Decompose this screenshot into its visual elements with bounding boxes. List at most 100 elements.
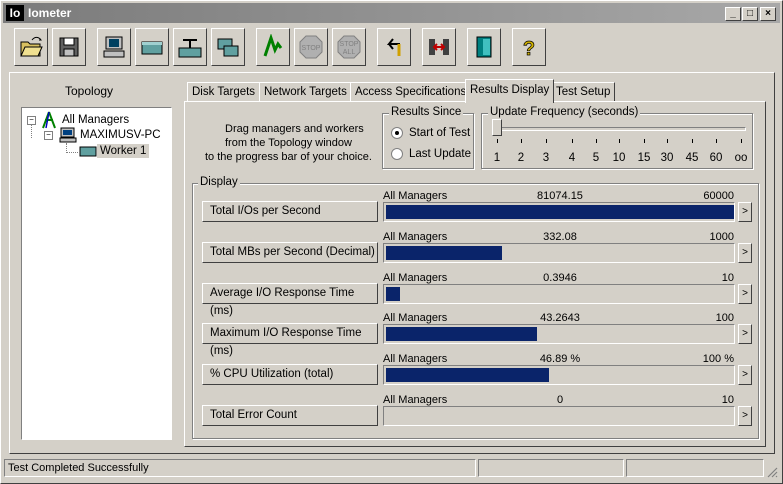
metric-source-label: All Managers [383, 272, 448, 284]
frequency-tick-mark [667, 139, 668, 143]
start-worker-icon[interactable] [97, 28, 131, 66]
svg-text:ALL: ALL [343, 49, 356, 56]
metric-source-label: All Managers [383, 312, 448, 324]
tab-results-display[interactable]: Results Display [465, 79, 555, 103]
start-network-worker-icon[interactable] [173, 28, 207, 66]
topology-tree: − All Managers − MAXIMUSV-PC Worker 1 [21, 107, 172, 440]
metric-button[interactable]: Total I/Os per Second [202, 201, 378, 222]
tab-network-targets[interactable]: Network Targets [259, 82, 352, 102]
tree-item-worker[interactable]: Worker 1 [97, 144, 150, 158]
metric-max: 100 % [702, 353, 734, 365]
open-config-icon[interactable] [14, 28, 48, 66]
metric-value: 332.08 [543, 231, 577, 243]
metric-source-label: All Managers [383, 190, 448, 202]
save-config-icon[interactable] [52, 28, 86, 66]
metric-bar-track[interactable] [383, 202, 735, 222]
metric-value: 81074.15 [537, 190, 583, 202]
frequency-tick-label: 2 [517, 152, 525, 164]
exit-program-icon[interactable] [467, 28, 501, 66]
frequency-slider-thumb[interactable] [492, 119, 502, 136]
frequency-tick-mark [741, 139, 742, 143]
frequency-slider-track[interactable] [494, 127, 746, 131]
tree-item-manager[interactable]: MAXIMUSV-PC [80, 129, 161, 141]
close-icon[interactable]: × [760, 7, 776, 21]
status-text: Test Completed Successfully [4, 459, 476, 477]
metric-bar-fill [386, 327, 537, 341]
metric-button[interactable]: Average I/O Response Time (ms) [202, 283, 378, 317]
worker-disk-icon [79, 146, 97, 157]
metric-button[interactable]: Maximum I/O Response Time (ms) [202, 323, 378, 357]
tree-item-all-managers[interactable]: All Managers [62, 114, 129, 126]
results-since-group [382, 113, 474, 169]
topology-title: Topology [65, 84, 114, 98]
display-title: Display [198, 176, 240, 188]
metric-button[interactable]: % CPU Utilization (total) [202, 364, 378, 385]
metric-bar-fill [386, 246, 502, 260]
frequency-tick-mark [716, 139, 717, 143]
window-title: Iometer [28, 6, 72, 20]
frequency-tick-label: 4 [568, 152, 576, 164]
radio-last-update-label: Last Update [409, 148, 472, 160]
metric-source-label: All Managers [383, 231, 448, 243]
metric-select-arrow-button[interactable]: > [738, 284, 752, 304]
reset-workers-icon[interactable] [377, 28, 411, 66]
metric-value: 46.89 % [539, 353, 581, 365]
metric-bar-track[interactable] [383, 324, 735, 344]
metric-select-arrow-button[interactable]: > [738, 324, 752, 344]
svg-text:STOP: STOP [302, 45, 321, 52]
metric-max: 10 [721, 272, 734, 284]
all-managers-icon [42, 111, 56, 129]
frequency-tick-mark [692, 139, 693, 143]
instruction-line-2: from the Topology window [225, 137, 352, 149]
duplicate-worker-icon[interactable] [211, 28, 245, 66]
resize-grip-icon[interactable] [766, 466, 778, 478]
svg-text:STOP: STOP [340, 41, 359, 48]
metric-bar-fill [386, 368, 550, 382]
metric-max: 1000 [709, 231, 734, 243]
metric-select-arrow-button[interactable]: > [738, 243, 752, 263]
metric-bar-track[interactable] [383, 406, 735, 426]
metric-select-arrow-button[interactable]: > [738, 365, 752, 385]
frequency-tick-label: 15 [637, 152, 651, 164]
frequency-tick-label: 3 [542, 152, 550, 164]
status-cell-3 [626, 459, 764, 477]
results-since-title: Results Since [389, 106, 464, 118]
frequency-tick-mark [572, 139, 573, 143]
exit-icon[interactable] [422, 28, 456, 66]
metric-value: 43.2643 [540, 312, 580, 324]
metric-bar-track[interactable] [383, 284, 735, 304]
metric-bar-track[interactable] [383, 243, 735, 263]
radio-start-of-test[interactable] [391, 127, 403, 139]
tab-test-setup[interactable]: Test Setup [551, 82, 616, 102]
about-icon[interactable]: ? [512, 28, 546, 66]
instruction-line-1: Drag managers and workers [225, 123, 364, 135]
metric-value: 0.3946 [543, 272, 577, 284]
start-tests-icon[interactable] [256, 28, 290, 66]
metric-button[interactable]: Total MBs per Second (Decimal) [202, 242, 378, 263]
stop-all-icon[interactable]: STOP ALL [332, 28, 366, 66]
frequency-tick-label: 1 [493, 152, 501, 164]
metric-button[interactable]: Total Error Count [202, 405, 378, 426]
metric-select-arrow-button[interactable]: > [738, 202, 752, 222]
stop-icon[interactable]: STOP [294, 28, 328, 66]
metric-source-label: All Managers [383, 353, 448, 365]
metric-select-arrow-button[interactable]: > [738, 406, 752, 426]
instruction-line-3: to the progress bar of your choice. [205, 151, 372, 163]
tab-disk-targets[interactable]: Disk Targets [187, 82, 261, 102]
collapse-icon[interactable]: − [44, 131, 53, 140]
radio-last-update[interactable] [391, 148, 403, 160]
start-disk-worker-icon[interactable] [135, 28, 169, 66]
frequency-tick-mark [596, 139, 597, 143]
tab-access-specifications[interactable]: Access Specifications [350, 82, 472, 102]
svg-text:?: ? [523, 38, 535, 60]
metric-source-label: All Managers [383, 394, 448, 406]
manager-computer-icon [59, 127, 77, 143]
metric-bar-track[interactable] [383, 365, 735, 385]
minimize-icon[interactable]: _ [725, 7, 741, 21]
frequency-tick-mark [546, 139, 547, 143]
frequency-tick-mark [644, 139, 645, 143]
collapse-icon[interactable]: − [27, 116, 36, 125]
maximize-icon[interactable]: □ [742, 7, 758, 21]
frequency-tick-label: 60 [709, 152, 723, 164]
frequency-tick-label: 10 [612, 152, 626, 164]
